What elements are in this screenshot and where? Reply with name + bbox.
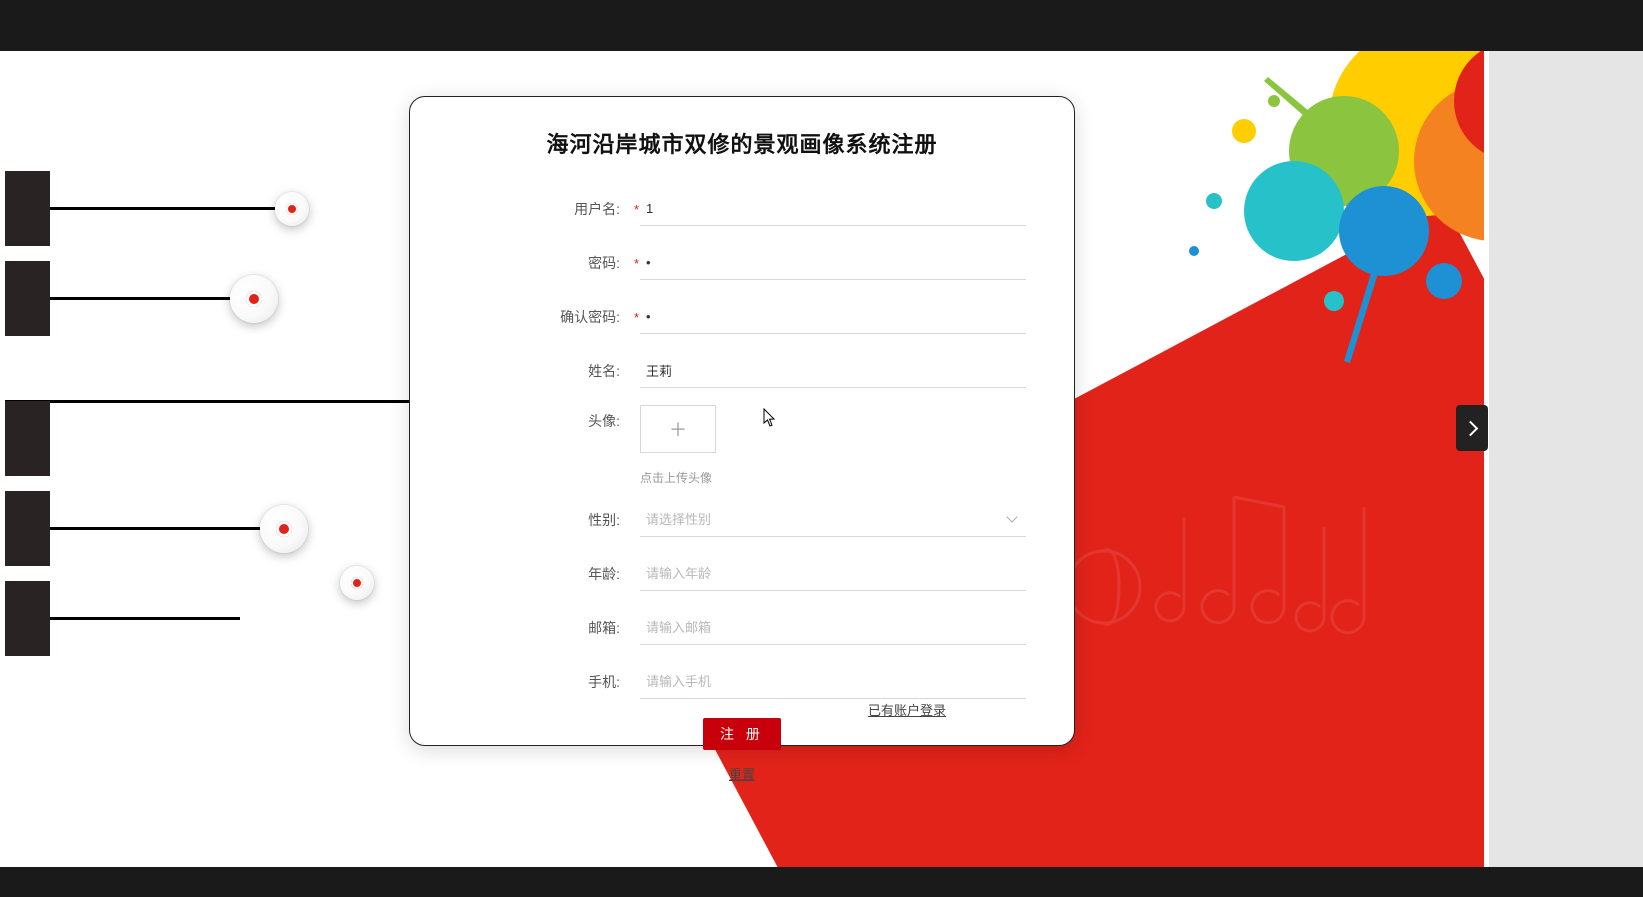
label-avatar: 头像: xyxy=(458,405,628,431)
piano-black-key xyxy=(5,261,50,336)
reset-button[interactable]: 重置 xyxy=(729,764,755,783)
piano-black-key xyxy=(5,491,50,566)
avatar-upload-button[interactable]: ＋ xyxy=(640,405,716,453)
piano-key-line xyxy=(50,527,260,530)
window-bottom-bar xyxy=(0,867,1643,897)
window-top-bar xyxy=(0,0,1643,51)
piano-black-key xyxy=(5,401,50,476)
piano-black-key xyxy=(5,581,50,656)
age-field[interactable] xyxy=(640,557,1026,591)
plus-icon: ＋ xyxy=(669,416,687,442)
login-link[interactable]: 已有账户登录 xyxy=(868,700,946,719)
cd-disc-icon xyxy=(230,275,278,323)
form-title: 海河沿岸城市双修的景观画像系统注册 xyxy=(458,127,1026,159)
gallery-next-button[interactable] xyxy=(1456,405,1488,451)
avatar-upload-hint: 点击上传头像 xyxy=(640,469,716,486)
piano-black-key xyxy=(5,171,50,246)
name-field[interactable] xyxy=(640,354,1026,388)
required-mark: * xyxy=(628,202,640,217)
piano-key-line xyxy=(50,297,230,300)
register-form-card: 海河沿岸城市双修的景观画像系统注册 用户名: * 密码: * 确认密码: * 姓… xyxy=(409,96,1075,746)
gender-select[interactable] xyxy=(640,503,1026,537)
register-button[interactable]: 注 册 xyxy=(703,718,781,750)
label-age: 年龄: xyxy=(458,564,628,584)
password-field[interactable] xyxy=(640,246,1026,280)
piano-key-line xyxy=(50,207,275,210)
piano-key-line xyxy=(50,617,240,620)
cd-disc-icon xyxy=(275,192,309,226)
label-phone: 手机: xyxy=(458,672,628,692)
phone-field[interactable] xyxy=(640,665,1026,699)
required-mark: * xyxy=(628,256,640,271)
email-field[interactable] xyxy=(640,611,1026,645)
username-field[interactable] xyxy=(640,192,1026,226)
label-password: 密码: xyxy=(458,253,628,273)
label-name: 姓名: xyxy=(458,361,628,381)
cd-disc-icon xyxy=(260,505,308,553)
label-username: 用户名: xyxy=(458,199,628,219)
confirm-password-field[interactable] xyxy=(640,300,1026,334)
label-confirm-password: 确认密码: xyxy=(458,307,628,327)
label-gender: 性别: xyxy=(458,510,628,530)
content-canvas: 海河沿岸城市双修的景观画像系统注册 用户名: * 密码: * 确认密码: * 姓… xyxy=(5,51,1484,867)
piano-key-line xyxy=(5,400,450,403)
cd-disc-icon xyxy=(340,566,374,600)
required-mark: * xyxy=(628,310,640,325)
gallery-right-margin xyxy=(1489,51,1643,867)
label-email: 邮箱: xyxy=(458,618,628,638)
